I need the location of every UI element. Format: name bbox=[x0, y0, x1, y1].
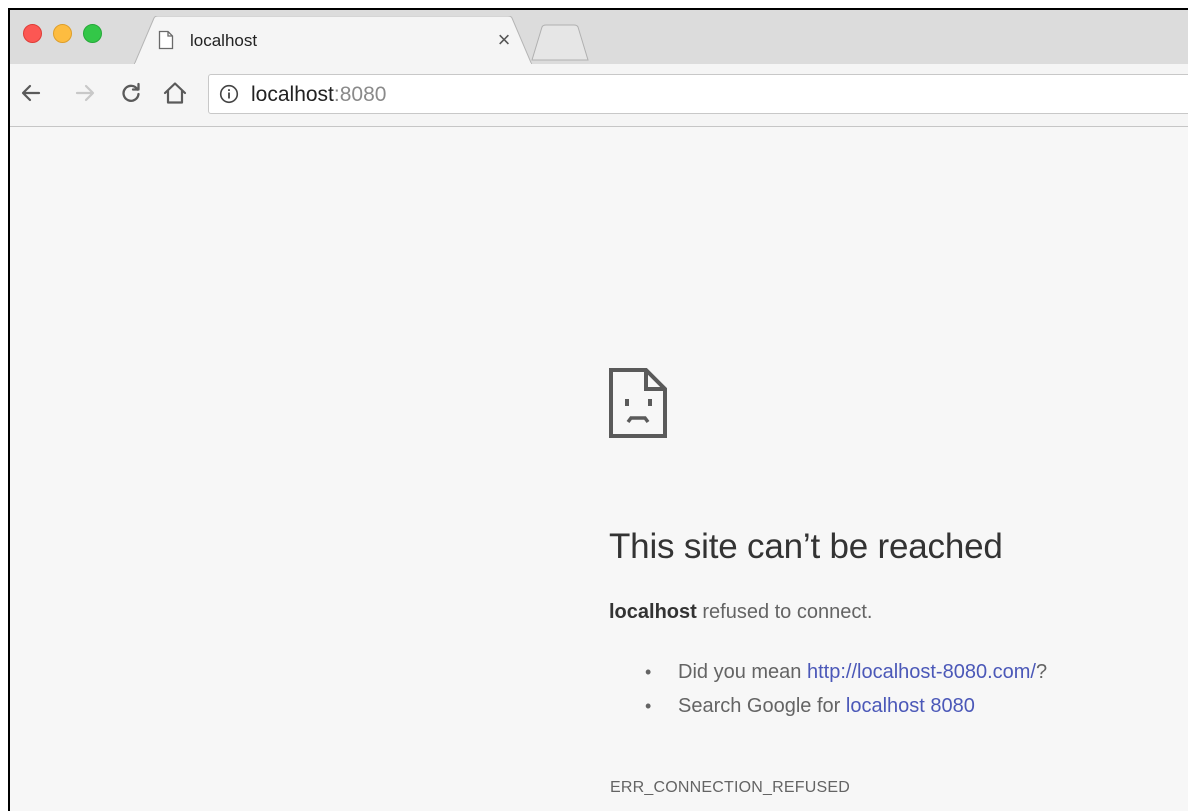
suggestion-link-search-google[interactable]: localhost 8080 bbox=[846, 695, 975, 717]
error-title: This site can’t be reached bbox=[609, 527, 1003, 566]
tab-strip: localhost × bbox=[10, 10, 1188, 65]
info-icon[interactable] bbox=[219, 84, 239, 104]
window-minimize-button[interactable] bbox=[53, 24, 72, 43]
suggestion-prefix: Did you mean bbox=[678, 661, 807, 683]
suggestion-suffix: ? bbox=[1035, 661, 1048, 683]
suggestion-link-did-you-mean[interactable]: http://localhost-8080.com/ bbox=[807, 661, 1036, 683]
reload-icon bbox=[122, 82, 140, 102]
back-arrow-icon bbox=[21, 84, 41, 102]
tab-close-icon[interactable]: × bbox=[492, 28, 516, 52]
address-bar[interactable]: localhost:8080 bbox=[208, 74, 1188, 114]
tab-localhost[interactable]: localhost × bbox=[134, 16, 532, 65]
forward-arrow-icon bbox=[75, 84, 95, 102]
error-description-text: refused to connect. bbox=[696, 601, 873, 623]
forward-button[interactable] bbox=[70, 78, 100, 108]
list-item: • Did you mean http://localhost-8080.com/… bbox=[645, 655, 1047, 689]
window-close-button[interactable] bbox=[23, 24, 42, 43]
home-icon bbox=[163, 82, 187, 104]
suggestion-list: • Did you mean http://localhost-8080.com/… bbox=[645, 655, 1047, 723]
back-button[interactable] bbox=[16, 78, 46, 108]
sad-document-icon bbox=[609, 368, 667, 438]
url-host: localhost bbox=[251, 83, 334, 106]
tab-title: localhost bbox=[190, 31, 258, 50]
new-tab-icon[interactable] bbox=[528, 24, 590, 64]
url-text[interactable]: localhost:8080 bbox=[251, 83, 386, 107]
document-icon bbox=[158, 30, 174, 50]
list-item: • Search Google for localhost 8080 bbox=[645, 689, 1047, 723]
suggestion-prefix: Search Google for bbox=[678, 695, 846, 717]
error-description: localhost refused to connect. bbox=[609, 601, 872, 624]
window-maximize-button[interactable] bbox=[83, 24, 102, 43]
bullet-icon: • bbox=[645, 662, 652, 682]
toolbar: localhost:8080 bbox=[10, 64, 1188, 127]
home-button[interactable] bbox=[160, 78, 190, 108]
error-host: localhost bbox=[609, 601, 697, 623]
url-port: :8080 bbox=[333, 83, 387, 106]
error-page: This site can’t be reached localhost ref… bbox=[10, 127, 1188, 811]
browser-window: localhost × localhost:8080 This site can… bbox=[8, 8, 1188, 811]
error-code: ERR_CONNECTION_REFUSED bbox=[610, 779, 850, 796]
reload-button[interactable] bbox=[116, 78, 146, 108]
bullet-icon: • bbox=[645, 696, 652, 716]
